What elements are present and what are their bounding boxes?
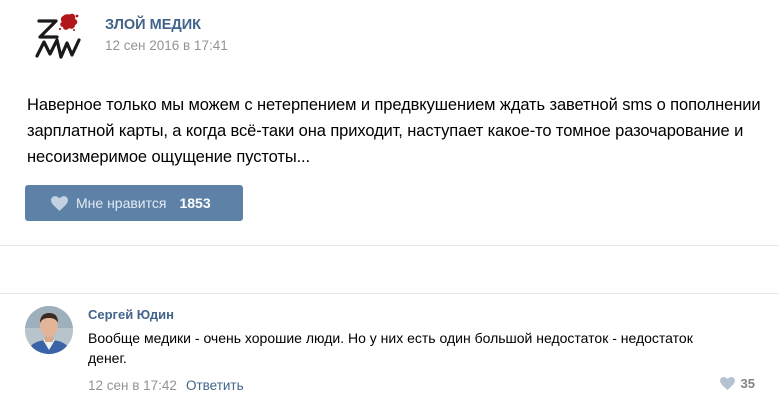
post-text: Наверное только мы можем с нетерпением и… xyxy=(27,96,761,166)
divider xyxy=(0,293,779,294)
post-author-block: ЗЛОЙ МЕДИК 12 сен 2016 в 17:41 xyxy=(105,16,228,54)
comment-body: Сергей Юдин Вообще медики - очень хороши… xyxy=(88,306,758,394)
like-button[interactable]: Мне нравится 1853 xyxy=(25,185,243,221)
divider xyxy=(0,245,779,246)
post-author-name[interactable]: ЗЛОЙ МЕДИК xyxy=(105,16,228,34)
heart-icon xyxy=(51,195,68,211)
post-date[interactable]: 12 сен 2016 в 17:41 xyxy=(105,38,228,54)
avatar[interactable] xyxy=(25,306,73,354)
reply-button[interactable]: Ответить xyxy=(186,378,244,394)
heart-icon xyxy=(719,377,735,390)
comment-meta: 12 сен в 17:42 Ответить xyxy=(88,378,758,394)
community-logo[interactable] xyxy=(27,10,85,62)
comment-author-name[interactable]: Сергей Юдин xyxy=(88,306,758,323)
user-photo xyxy=(25,306,73,354)
like-button-label: Мне нравится xyxy=(76,195,167,211)
zm-logo-icon xyxy=(35,13,81,59)
like-count: 1853 xyxy=(179,195,211,211)
comment-date[interactable]: 12 сен в 17:42 xyxy=(88,378,177,394)
comment-text: Вообще медики - очень хорошие люди. Но у… xyxy=(88,330,693,366)
wall-post-page: ЗЛОЙ МЕДИК 12 сен 2016 в 17:41 Наверное … xyxy=(0,0,779,404)
comment-like-count: 35 xyxy=(740,376,755,391)
comment-like-button[interactable]: 35 xyxy=(719,376,755,391)
comment: Сергей Юдин Вообще медики - очень хороши… xyxy=(25,306,765,398)
post-header: ЗЛОЙ МЕДИК 12 сен 2016 в 17:41 xyxy=(27,10,228,66)
